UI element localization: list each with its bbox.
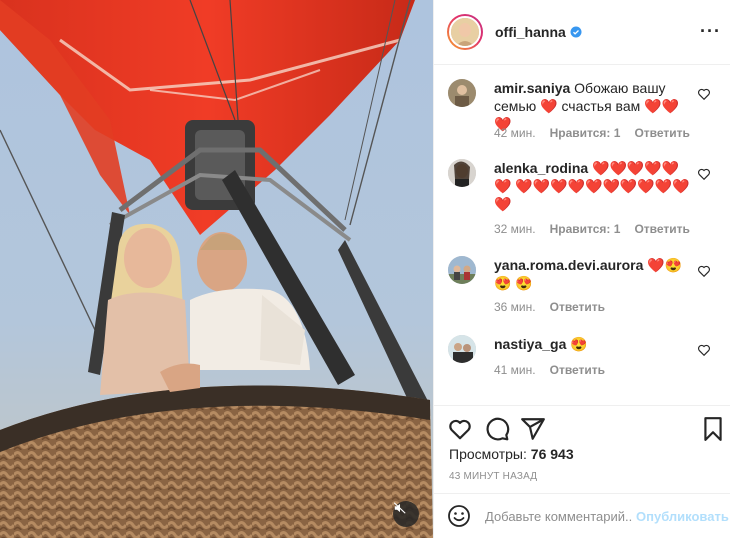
heart-eyes-emoji-icon: 😍 <box>570 336 588 352</box>
post-actions: Просмотры: 76 943 43 МИНУТ НАЗАД <box>434 405 730 495</box>
like-heart-icon[interactable] <box>447 416 473 442</box>
reply-button[interactable]: Ответить <box>550 300 605 314</box>
share-plane-icon[interactable] <box>520 416 546 442</box>
comment-likes[interactable]: Нравится: 1 <box>550 222 621 236</box>
comment-likes[interactable]: Нравится: 1 <box>550 126 621 140</box>
post-timestamp[interactable]: 43 МИНУТ НАЗАД <box>449 471 537 482</box>
publish-button[interactable]: Опубликовать <box>636 509 729 524</box>
comment-text: счастья вам <box>561 98 641 114</box>
heart-outline-icon[interactable] <box>697 264 711 278</box>
comment-username[interactable]: yana.roma.devi.aurora <box>494 257 643 273</box>
speaker-muted-icon <box>393 502 406 514</box>
avatar[interactable] <box>448 256 476 284</box>
verified-badge-icon <box>570 26 582 38</box>
comment-username[interactable]: nastiya_ga <box>494 336 566 352</box>
more-dots-icon[interactable]: ··· <box>700 22 721 40</box>
balloon-scene-image <box>0 0 433 538</box>
heart-emoji-icon: ❤️ <box>540 98 558 114</box>
reply-button[interactable]: Ответить <box>634 222 689 236</box>
add-comment-bar: Опубликовать <box>434 493 730 538</box>
comment-username[interactable]: alenka_rodina <box>494 160 588 176</box>
views-count[interactable]: Просмотры: 76 943 <box>449 446 574 462</box>
reply-button[interactable]: Ответить <box>550 363 605 377</box>
author-username[interactable]: offi_hanna <box>495 24 566 40</box>
post-side-panel: offi_hanna ··· amir.saniya Обожаю вашу с… <box>433 0 730 538</box>
post-video[interactable] <box>0 0 433 538</box>
save-bookmark-icon[interactable] <box>700 416 726 442</box>
mute-button[interactable] <box>393 501 419 527</box>
comment-time[interactable]: 32 мин. <box>494 222 536 236</box>
avatar[interactable] <box>448 159 476 187</box>
reply-button[interactable]: Ответить <box>634 126 689 140</box>
heart-outline-icon[interactable] <box>697 167 711 181</box>
avatar[interactable] <box>448 335 476 363</box>
heart-outline-icon[interactable] <box>697 343 711 357</box>
views-value: 76 943 <box>530 446 574 462</box>
comment-time[interactable]: 36 мин. <box>494 300 536 314</box>
comment-time[interactable]: 42 мин. <box>494 126 536 140</box>
comment-text: Обожаю вашу <box>574 80 666 96</box>
avatar[interactable] <box>448 79 476 107</box>
author-avatar[interactable] <box>447 14 483 50</box>
comment-text: семью <box>494 98 537 114</box>
comment-username[interactable]: amir.saniya <box>494 80 570 96</box>
post-header: offi_hanna ··· <box>434 0 730 65</box>
emoji-smile-icon[interactable] <box>447 504 471 528</box>
heart-outline-icon[interactable] <box>697 87 711 101</box>
comments-list: amir.saniya Обожаю вашу семью ❤️ счастья… <box>434 65 730 405</box>
comment-bubble-icon[interactable] <box>484 416 510 442</box>
comment-input[interactable] <box>485 508 633 524</box>
comment-time[interactable]: 41 мин. <box>494 363 536 377</box>
